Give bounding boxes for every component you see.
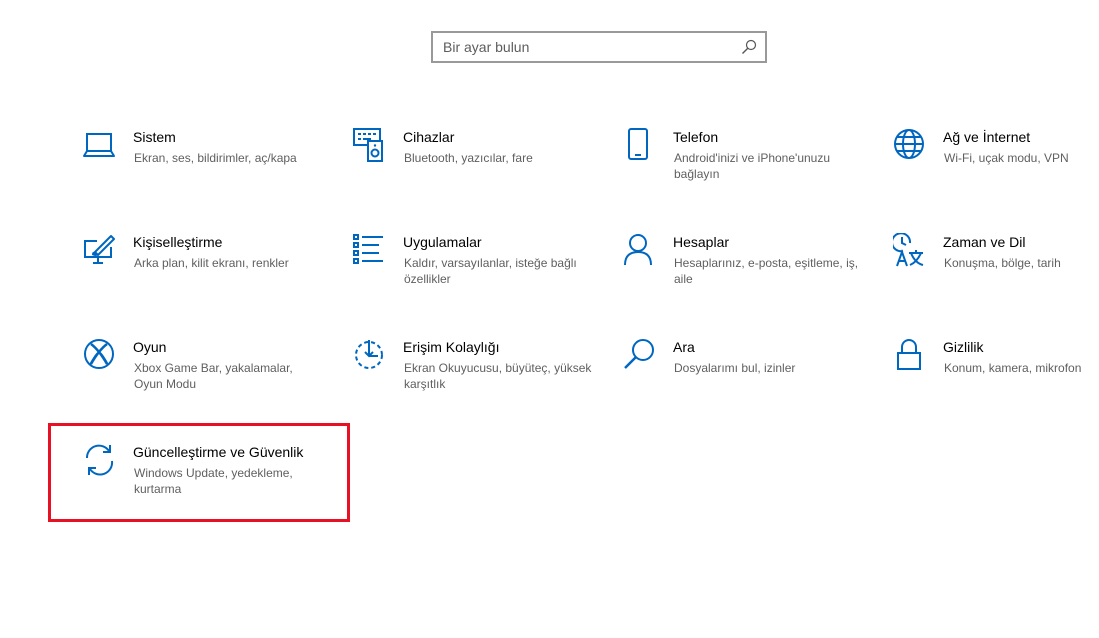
- tile-description: Konum, kamera, mikrofon: [944, 361, 1082, 375]
- tile-description: Hesaplarınız, e-posta, eşitleme, iş, ail…: [674, 256, 859, 286]
- tile-description: Kaldır, varsayılanlar, isteğe bağlı özel…: [404, 256, 577, 286]
- tile-description: Bluetooth, yazıcılar, fare: [404, 151, 533, 165]
- tile-cihazlar[interactable]: Cihazlar Bluetooth, yazıcılar, fare: [353, 128, 593, 218]
- settings-home: Sistem Ekran, ses, bildirimler, aç/kapa …: [0, 0, 1099, 638]
- search-icon[interactable]: [741, 39, 757, 55]
- tile-ara[interactable]: Ara Dosyalarımı bul, izinler: [623, 338, 863, 428]
- tile-description: Ekran, ses, bildirimler, aç/kapa: [134, 151, 297, 165]
- tile-title: Erişim Kolaylığı: [403, 339, 500, 355]
- tile-description: Xbox Game Bar, yakalamalar, Oyun Modu: [134, 361, 293, 391]
- tile-title: Zaman ve Dil: [943, 234, 1026, 250]
- tile-description: Dosyalarımı bul, izinler: [674, 361, 796, 375]
- tile-title: Kişiselleştirme: [133, 234, 223, 250]
- tile-description: Arka plan, kilit ekranı, renkler: [134, 256, 289, 270]
- phone-icon: [623, 128, 657, 162]
- tile-title: Gizlilik: [943, 339, 984, 355]
- tile-telefon[interactable]: Telefon Android'inizi ve iPhone'unuzu ba…: [623, 128, 863, 218]
- tile-description: Konuşma, bölge, tarih: [944, 256, 1061, 270]
- devices-icon: [353, 128, 387, 162]
- search-box[interactable]: [431, 31, 767, 63]
- time-language-icon: [893, 233, 927, 267]
- tile-title: Hesaplar: [673, 234, 730, 250]
- apps-list-icon: [353, 233, 387, 267]
- tile-title: Uygulamalar: [403, 234, 482, 250]
- tile-ag-ve-internet[interactable]: Ağ ve İnternet Wi-Fi, uçak modu, VPN: [893, 128, 1099, 218]
- tile-hesaplar[interactable]: Hesaplar Hesaplarınız, e-posta, eşitleme…: [623, 233, 863, 323]
- tile-oyun[interactable]: Oyun Xbox Game Bar, yakalamalar, Oyun Mo…: [83, 338, 323, 428]
- tile-title: Telefon: [673, 129, 719, 145]
- personalization-icon: [83, 233, 117, 267]
- ease-of-access-icon: [353, 338, 387, 372]
- laptop-icon: [83, 128, 117, 162]
- tile-gizlilik[interactable]: Gizlilik Konum, kamera, mikrofon: [893, 338, 1099, 428]
- highlight-box: [48, 423, 350, 522]
- tile-description: Android'inizi ve iPhone'unuzu bağlayın: [674, 151, 831, 181]
- tile-title: Oyun: [133, 339, 167, 355]
- tile-zaman-ve-dil[interactable]: Zaman ve Dil Konuşma, bölge, tarih: [893, 233, 1099, 323]
- tile-title: Sistem: [133, 129, 176, 145]
- search-input[interactable]: [433, 33, 743, 61]
- tile-title: Cihazlar: [403, 129, 455, 145]
- tile-sistem[interactable]: Sistem Ekran, ses, bildirimler, aç/kapa: [83, 128, 323, 218]
- tile-description: Ekran Okuyucusu, büyüteç, yüksek karşıtl…: [404, 361, 592, 391]
- search-magnifier-icon: [623, 338, 657, 372]
- tile-title: Ara: [673, 339, 695, 355]
- xbox-icon: [83, 338, 117, 372]
- tile-description: Wi-Fi, uçak modu, VPN: [944, 151, 1069, 165]
- tile-uygulamalar[interactable]: Uygulamalar Kaldır, varsayılanlar, isteğ…: [353, 233, 593, 323]
- lock-icon: [893, 338, 927, 372]
- tile-kisisellestirme[interactable]: Kişiselleştirme Arka plan, kilit ekranı,…: [83, 233, 323, 323]
- tile-erisim-kolayligi[interactable]: Erişim Kolaylığı Ekran Okuyucusu, büyüte…: [353, 338, 593, 428]
- person-icon: [623, 233, 657, 267]
- globe-icon: [893, 128, 927, 162]
- tile-title: Ağ ve İnternet: [943, 129, 1031, 145]
